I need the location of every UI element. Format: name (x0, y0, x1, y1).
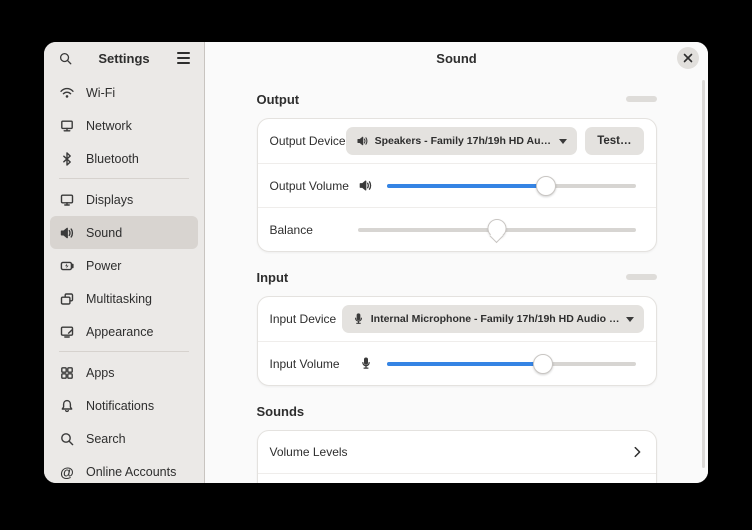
input-volume-slider-fill (387, 362, 544, 366)
volume-levels-row[interactable]: Volume Levels (258, 431, 656, 473)
sidebar-item-multitasking[interactable]: Multitasking (50, 282, 198, 315)
multitasking-icon (59, 291, 75, 307)
sidebar-divider (59, 178, 189, 179)
sidebar-item-power[interactable]: Power (50, 249, 198, 282)
clipped-row (258, 473, 656, 483)
input-volume-slider-handle[interactable] (533, 354, 553, 374)
input-volume-label: Input Volume (270, 357, 358, 371)
sidebar-item-label: Wi-Fi (86, 86, 115, 100)
power-icon (59, 258, 75, 274)
sidebar-item-label: Displays (86, 193, 133, 207)
sidebar-item-apps[interactable]: Apps (50, 356, 198, 389)
sidebar-item-displays[interactable]: Displays (50, 183, 198, 216)
apps-icon (59, 365, 75, 381)
sidebar-item-search[interactable]: Search (50, 422, 198, 455)
chevron-right-icon (630, 445, 644, 459)
balance-slider[interactable] (358, 219, 636, 241)
sidebar-item-bluetooth[interactable]: Bluetooth (50, 142, 198, 175)
sidebar-item-label: Bluetooth (86, 152, 139, 166)
appearance-icon (59, 324, 75, 340)
input-device-value: Internal Microphone - Family 17h/19h HD … (371, 313, 620, 325)
balance-slider-handle[interactable] (487, 219, 506, 238)
sound-panel: Sound Output Output Device (205, 42, 708, 483)
output-card: Output Device Speakers - Family 17h/19h … (257, 118, 657, 252)
sidebar-item-label: Notifications (86, 399, 154, 413)
input-section-header: Input (257, 268, 657, 286)
output-level-meter (626, 96, 657, 102)
sidebar-item-label: Search (86, 432, 126, 446)
output-device-label: Output Device (270, 134, 346, 148)
bluetooth-icon (59, 151, 75, 167)
volume-levels-label: Volume Levels (270, 445, 348, 459)
sidebar-item-label: Appearance (86, 325, 153, 339)
search-icon (59, 431, 75, 447)
wifi-icon (59, 85, 75, 101)
output-heading: Output (257, 92, 300, 107)
sidebar-item-label: Apps (86, 366, 115, 380)
input-volume-slider[interactable] (387, 353, 636, 375)
sounds-card: Volume Levels (257, 430, 657, 483)
search-button[interactable] (55, 48, 75, 68)
chevron-down-icon (626, 317, 634, 322)
search-icon (58, 51, 73, 66)
sidebar-item-wifi[interactable]: Wi-Fi (50, 76, 198, 109)
main-headerbar: Sound (205, 42, 708, 74)
microphone-icon (358, 356, 374, 371)
sidebar-item-sound[interactable]: Sound (50, 216, 198, 249)
hamburger-icon (177, 52, 190, 54)
balance-row: Balance (258, 207, 656, 251)
sidebar-item-label: Online Accounts (86, 465, 176, 479)
balance-label: Balance (270, 223, 358, 237)
output-volume-label: Output Volume (270, 179, 358, 193)
displays-icon (59, 192, 75, 208)
input-volume-row: Input Volume (258, 341, 656, 385)
output-volume-slider-handle[interactable] (536, 176, 556, 196)
input-device-row: Input Device Internal Microphone - Famil… (258, 297, 656, 341)
test-button[interactable]: Test… (585, 127, 643, 155)
sidebar-item-label: Multitasking (86, 292, 152, 306)
sidebar-item-appearance[interactable]: Appearance (50, 315, 198, 348)
speaker-icon (358, 178, 374, 193)
sidebar-item-label: Network (86, 119, 132, 133)
speaker-icon (356, 134, 369, 148)
sounds-section-header: Sounds (257, 402, 657, 420)
close-button[interactable] (677, 47, 699, 69)
sidebar: Settings Wi-Fi Network (44, 42, 205, 483)
sidebar-item-notifications[interactable]: Notifications (50, 389, 198, 422)
sidebar-item-online-accounts[interactable]: @ Online Accounts (50, 455, 198, 483)
sidebar-item-network[interactable]: Network (50, 109, 198, 142)
close-icon (683, 53, 693, 63)
output-device-value: Speakers - Family 17h/19h HD Audio… (375, 135, 554, 147)
sidebar-item-label: Power (86, 259, 121, 273)
input-heading: Input (257, 270, 289, 285)
sound-icon (59, 225, 75, 241)
output-device-dropdown[interactable]: Speakers - Family 17h/19h HD Audio… (346, 127, 578, 155)
online-accounts-icon: @ (59, 464, 75, 480)
sidebar-item-label: Sound (86, 226, 122, 240)
sidebar-divider (59, 351, 189, 352)
input-device-label: Input Device (270, 312, 337, 326)
notifications-icon (59, 398, 75, 414)
sidebar-headerbar: Settings (44, 42, 204, 74)
microphone-icon (352, 312, 365, 326)
chevron-down-icon (559, 139, 567, 144)
sounds-heading: Sounds (257, 404, 305, 419)
settings-window: Settings Wi-Fi Network (44, 42, 708, 483)
input-level-meter (626, 274, 657, 280)
page-title: Sound (436, 51, 476, 66)
scrollbar[interactable] (702, 80, 705, 468)
sidebar-nav: Wi-Fi Network Bluetooth (44, 74, 204, 483)
input-device-dropdown[interactable]: Internal Microphone - Family 17h/19h HD … (342, 305, 644, 333)
output-section-header: Output (257, 90, 657, 108)
output-volume-slider[interactable] (387, 175, 636, 197)
output-device-row: Output Device Speakers - Family 17h/19h … (258, 119, 656, 163)
input-card: Input Device Internal Microphone - Famil… (257, 296, 657, 386)
main-menu-button[interactable] (173, 48, 193, 68)
output-volume-row: Output Volume (258, 163, 656, 207)
output-volume-slider-fill (387, 184, 546, 188)
network-icon (59, 118, 75, 134)
